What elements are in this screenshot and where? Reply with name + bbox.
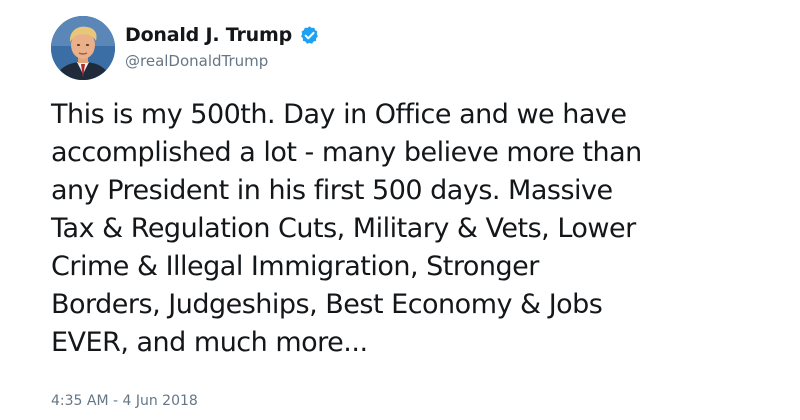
author-display-name[interactable]: Donald J. Trump (125, 24, 292, 46)
author-avatar[interactable] (51, 16, 115, 80)
tweet-text: This is my 500th. Day in Office and we h… (51, 99, 642, 358)
author-block: Donald J. Trump @realDonaldTrump (125, 22, 320, 70)
profile-photo-icon (51, 16, 115, 80)
tweet-card: Donald J. Trump @realDonaldTrump This is… (0, 0, 800, 420)
author-name-row: Donald J. Trump (125, 22, 320, 48)
author-handle[interactable]: @realDonaldTrump (125, 52, 320, 70)
verified-badge-icon (299, 25, 320, 46)
tweet-timestamp[interactable]: 4:35 AM - 4 Jun 2018 (51, 393, 198, 409)
